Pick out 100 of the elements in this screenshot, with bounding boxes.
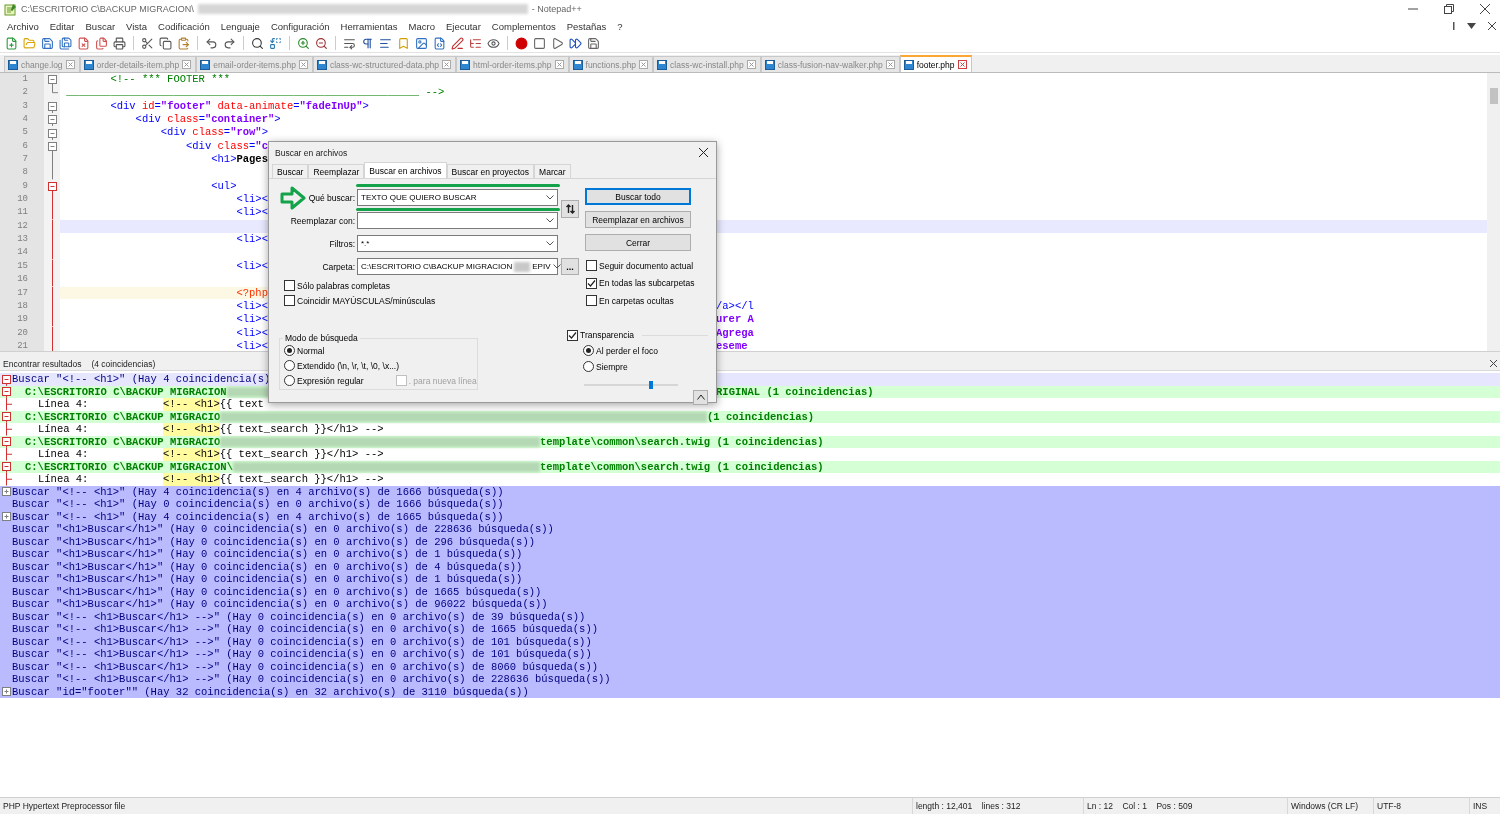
dialog-tab[interactable]: Marcar — [534, 164, 571, 178]
transparency-slider[interactable] — [584, 380, 678, 389]
menu-item[interactable]: Complementos — [491, 20, 556, 32]
checkbox[interactable] — [586, 260, 597, 272]
menu-item[interactable]: Lenguaje — [220, 20, 260, 32]
pilcrow-icon[interactable] — [361, 36, 374, 50]
file-tab[interactable]: footer.php — [899, 55, 972, 72]
zoom-in-icon[interactable] — [297, 36, 310, 50]
dialog-tab[interactable]: Reemplazar — [308, 164, 365, 178]
chevron-down-icon[interactable] — [546, 195, 554, 200]
fold-minus-icon[interactable] — [2, 412, 11, 423]
menu-item[interactable]: Herramientas — [340, 20, 398, 32]
list-tree-icon[interactable] — [469, 36, 482, 50]
fold-minus-icon[interactable] — [48, 128, 57, 140]
menu-item[interactable]: Buscar — [85, 20, 116, 32]
wrap-icon[interactable] — [343, 36, 356, 50]
chevron-down-icon[interactable] — [546, 241, 554, 246]
image-icon[interactable] — [415, 36, 428, 50]
radio-button[interactable] — [284, 375, 295, 386]
menu-item[interactable]: Ejecutar — [445, 20, 481, 32]
chevron-down-icon[interactable] — [552, 264, 561, 269]
fold-minus-icon[interactable] — [2, 387, 11, 398]
radio-button[interactable] — [284, 360, 295, 371]
file-path[interactable]: C:\ESCRITORIO C\BACKUP MIGRACION — [12, 385, 227, 398]
paste-icon[interactable] — [177, 36, 190, 50]
dropdown-field[interactable]: *.* — [357, 235, 558, 252]
pen-icon[interactable] — [451, 36, 464, 50]
dialog-button[interactable]: Reemplazar en archivos — [585, 211, 691, 228]
fold-plus-icon[interactable] — [2, 687, 11, 697]
chevron-down-icon[interactable] — [546, 218, 554, 223]
scrollbar[interactable] — [1487, 73, 1500, 351]
collapse-button[interactable] — [693, 389, 708, 405]
scissors-icon[interactable] — [141, 36, 154, 50]
close-icon[interactable] — [1488, 22, 1496, 30]
radio-button[interactable] — [284, 345, 295, 356]
radio-button[interactable] — [583, 361, 594, 372]
checkbox[interactable] — [284, 295, 295, 306]
code-file-icon[interactable] — [433, 36, 446, 50]
fold-minus-icon[interactable] — [48, 141, 57, 154]
menu-item[interactable]: Editar — [49, 20, 75, 32]
record-icon[interactable] — [515, 36, 528, 50]
menu-item[interactable]: ? — [617, 20, 623, 32]
swap-button[interactable] — [561, 200, 579, 218]
save-all-icon[interactable] — [59, 36, 72, 50]
dropdown-field[interactable] — [357, 212, 558, 229]
checkbox[interactable] — [586, 295, 597, 307]
match-highlight[interactable]: <!-- <h1> — [163, 398, 220, 411]
close-icon[interactable] — [1480, 4, 1490, 14]
new-file-icon[interactable] — [5, 36, 18, 50]
close-icon[interactable] — [1490, 360, 1497, 367]
save-macro-icon[interactable] — [587, 36, 600, 50]
replace-icon[interactable] — [269, 36, 282, 50]
radio-button[interactable] — [583, 345, 594, 356]
match-highlight[interactable]: <!-- <h1> — [163, 423, 220, 436]
scrollbar-thumb[interactable] — [1489, 88, 1498, 104]
fold-minus-icon[interactable] — [48, 181, 57, 194]
fold-minus-icon[interactable] — [2, 437, 11, 448]
checkbox[interactable] — [586, 277, 597, 289]
printer-icon[interactable] — [113, 36, 126, 50]
dialog-button[interactable]: Cerrar — [585, 234, 691, 251]
menu-item[interactable]: Macro — [408, 20, 435, 32]
fast-forward-icon[interactable] — [569, 36, 582, 50]
dialog-button[interactable]: Buscar todo — [585, 188, 691, 205]
close-all-icon[interactable] — [95, 36, 108, 50]
slider-thumb[interactable] — [648, 380, 653, 389]
save-icon[interactable] — [41, 36, 54, 50]
file-path-end[interactable]: (1 coincidencias) — [707, 410, 815, 423]
dropdown-field[interactable]: C:\ESCRITORIO C\BACKUP MIGRACION EPIV — [357, 258, 558, 275]
dropdown-icon[interactable] — [1467, 23, 1476, 29]
file-path-end[interactable]: template\common\search.twig (1 coincidencias) — [540, 435, 824, 448]
fold-minus-icon[interactable] — [48, 75, 57, 87]
fold-plus-icon[interactable] — [2, 487, 11, 497]
dialog-tab[interactable]: Buscar en proyectos — [446, 164, 535, 178]
search-summary[interactable]: Buscar "<!-- <h1>" (Hay 4 coincidencia(s) — [12, 373, 271, 386]
indent-guide-icon[interactable] — [379, 36, 392, 50]
fold-minus-icon[interactable] — [48, 115, 57, 127]
close-icon[interactable] — [699, 148, 708, 157]
file-path-end[interactable]: RIGINAL (1 coincidencias) — [716, 385, 874, 398]
checkbox[interactable] — [284, 280, 295, 291]
checkbox[interactable] — [567, 329, 578, 341]
fold-minus-icon[interactable] — [2, 374, 11, 386]
stop-icon[interactable] — [533, 36, 546, 50]
undo-icon[interactable] — [205, 36, 218, 50]
play-icon[interactable] — [551, 36, 564, 50]
search-icon[interactable] — [251, 36, 264, 50]
menu-item[interactable]: Configuración — [270, 20, 330, 32]
fold-plus-icon[interactable] — [2, 512, 11, 522]
eye-icon[interactable] — [487, 36, 500, 50]
match-highlight[interactable]: <!-- <h1> — [163, 448, 220, 461]
match-highlight[interactable]: <!-- <h1> — [163, 473, 220, 486]
dialog-tab[interactable]: Buscar — [272, 164, 309, 178]
redo-icon[interactable] — [223, 36, 236, 50]
dialog-tab[interactable]: Buscar en archivos — [364, 162, 447, 178]
copy-icon[interactable] — [159, 36, 172, 50]
menu-item[interactable]: Pestañas — [566, 20, 607, 32]
fold-minus-icon[interactable] — [2, 462, 11, 473]
menu-item[interactable]: Archivo — [7, 20, 39, 32]
restore-icon[interactable] — [1444, 4, 1454, 14]
close-file-icon[interactable] — [77, 36, 90, 50]
fold-minus-icon[interactable] — [48, 101, 57, 114]
